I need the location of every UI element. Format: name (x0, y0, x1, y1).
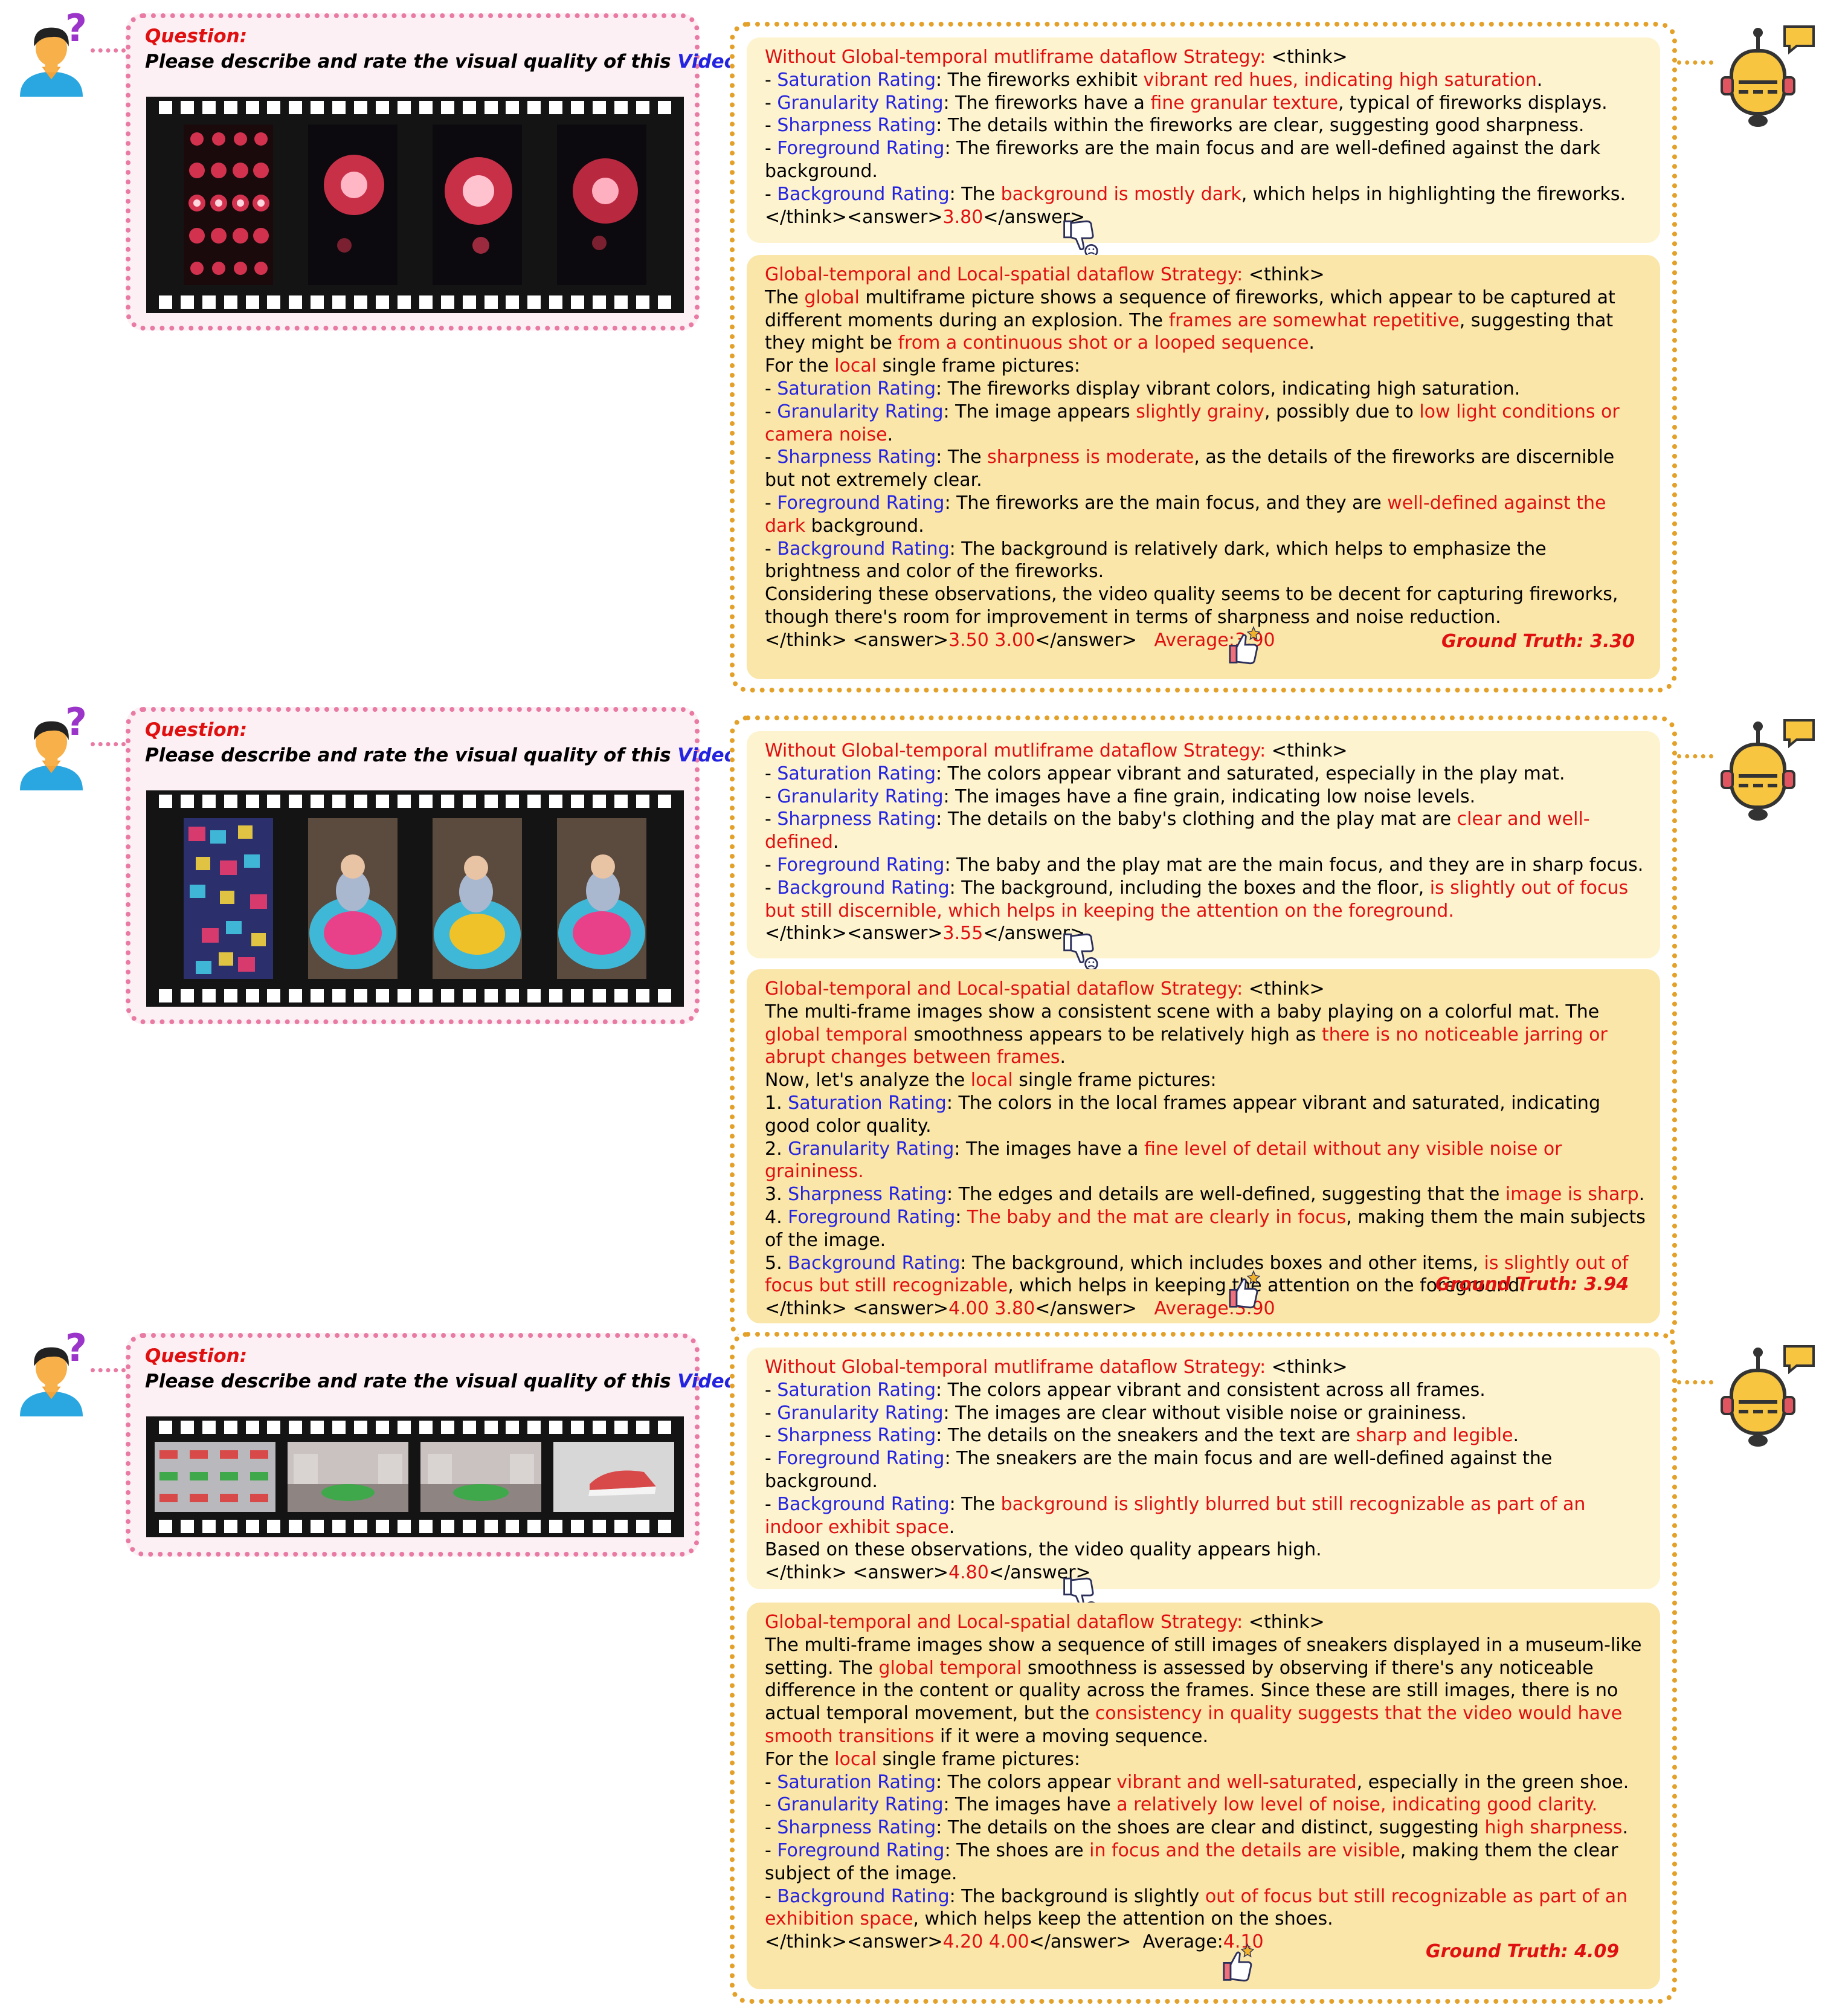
ground-truth: Ground Truth: 3.94 (1435, 1274, 1629, 1295)
example-1: ? Question: Please describe and rate the… (0, 0, 1848, 707)
question-card: Question: Please describe and rate the v… (126, 707, 758, 1024)
with-strategy-box: Global-temporal and Local-spatial datafl… (747, 969, 1660, 1323)
with-strategy-box: Global-temporal and Local-spatial datafl… (747, 1603, 1660, 1989)
video-film-strip (146, 97, 684, 313)
answer-score: 4.80 (948, 1562, 989, 1584)
without-strategy-box: Without Global-temporal mutliframe dataf… (747, 731, 1660, 958)
average-label: Average: (1142, 1931, 1223, 1953)
example-3: ? Question: Please describe and rate the… (0, 1320, 1848, 2008)
with-strategy-box: Global-temporal and Local-spatial datafl… (747, 255, 1660, 679)
ground-truth: Ground Truth: 3.30 (1441, 631, 1635, 652)
answer-score: 3.80 (942, 206, 984, 228)
question-text: Please describe and rate the visual qual… (145, 744, 758, 766)
question-text: Please describe and rate the visual qual… (145, 1370, 758, 1392)
answer-scores: 4.00 3.80 (948, 1298, 1035, 1320)
example-2: ? Question: Please describe and rate the… (0, 694, 1848, 1341)
user-connector (91, 1368, 126, 1372)
thumbs-up-icon (1224, 1268, 1266, 1310)
video-frame-3 (557, 818, 646, 979)
question-mark-icon: ? (65, 700, 87, 744)
robot-connector (1677, 754, 1713, 758)
answer-score: 3.55 (942, 923, 984, 944)
video-frame-1 (288, 1442, 408, 1512)
robot-connector (1677, 1380, 1713, 1384)
ground-truth: Ground Truth: 4.09 (1426, 1941, 1620, 1962)
question-mark-icon: ? (65, 6, 87, 50)
without-strategy-box: Without Global-temporal mutliframe dataf… (747, 1348, 1660, 1589)
thumbs-up-icon (1224, 624, 1266, 666)
video-frame-grid (155, 1442, 275, 1512)
question-text: Please describe and rate the visual qual… (145, 51, 758, 73)
user-connector (91, 48, 126, 53)
video-frame-2 (433, 818, 522, 979)
without-strategy-box: Without Global-temporal mutliframe dataf… (747, 37, 1660, 243)
question-mark-icon: ? (65, 1326, 87, 1370)
video-frame-3 (553, 1442, 674, 1512)
video-film-strip (146, 790, 684, 1007)
answer-card: Without Global-temporal mutliframe dataf… (730, 22, 1677, 692)
answer-card: Without Global-temporal mutliframe dataf… (730, 1332, 1677, 2004)
question-card: Question: Please describe and rate the v… (126, 13, 758, 331)
answer-card: Without Global-temporal mutliframe dataf… (730, 715, 1677, 1341)
user-connector (91, 742, 126, 746)
question-card: Question: Please describe and rate the v… (126, 1333, 758, 1557)
robot-assistant-icon (1710, 1344, 1830, 1465)
video-frame-grid (184, 818, 273, 979)
question-label: Question: (145, 25, 248, 47)
video-frame-2 (433, 124, 522, 285)
question-label: Question: (145, 1345, 248, 1367)
thumbs-up-icon (1218, 1941, 1260, 1983)
answer-scores: 3.50 3.00 (948, 629, 1035, 651)
video-film-strip (146, 1416, 684, 1537)
robot-assistant-icon (1710, 718, 1830, 839)
video-frame-grid (184, 124, 273, 285)
robot-assistant-icon (1710, 24, 1830, 145)
video-frame-2 (420, 1442, 541, 1512)
video-frame-1 (308, 124, 398, 285)
robot-connector (1677, 60, 1713, 65)
video-frame-1 (308, 818, 398, 979)
answer-scores: 4.20 4.00 (942, 1931, 1029, 1953)
video-frame-3 (557, 124, 646, 285)
thumbs-down-icon (1061, 932, 1103, 974)
question-label: Question: (145, 719, 248, 741)
